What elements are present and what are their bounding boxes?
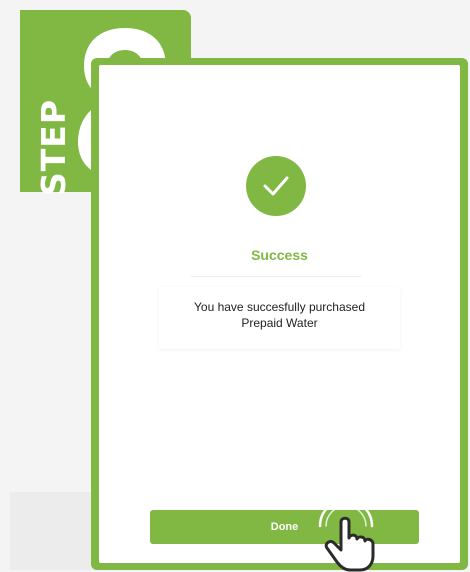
phone-frame: Success You have succesfully purchased P… [91, 58, 468, 570]
success-message-line: Prepaid Water [241, 316, 318, 330]
success-message-line: You have succesfully purchased [194, 300, 365, 314]
step-label: STEP [34, 98, 73, 196]
checkmark-icon [263, 176, 289, 196]
success-message: You have succesfully purchased Prepaid W… [159, 299, 400, 331]
divider [191, 276, 361, 277]
tapping-hand-icon [318, 498, 375, 572]
success-status-circle [246, 156, 306, 216]
success-title: Success [251, 247, 308, 263]
message-card: You have succesfully purchased Prepaid W… [159, 287, 400, 349]
phone-screen: Success You have succesfully purchased P… [99, 65, 460, 563]
